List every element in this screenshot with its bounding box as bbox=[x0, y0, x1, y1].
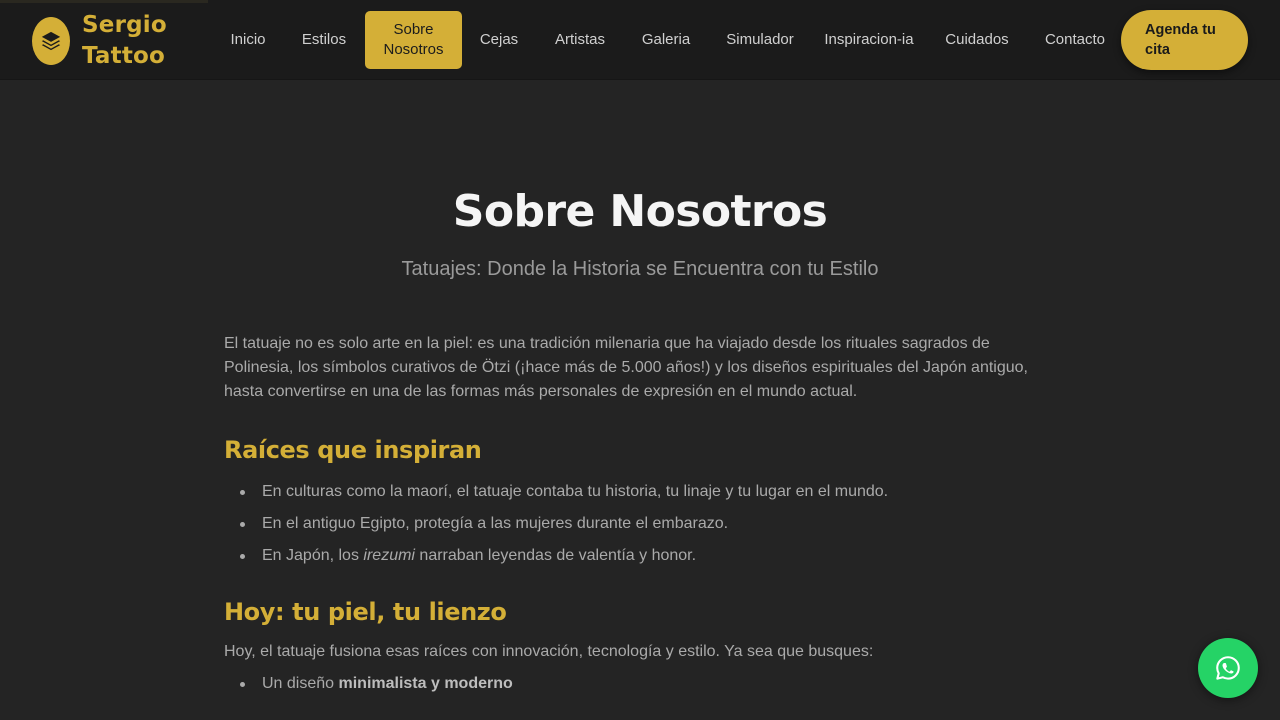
nav-item-inicio[interactable]: Inicio bbox=[222, 11, 274, 69]
intro-paragraph: El tatuaje no es solo arte en la piel: e… bbox=[224, 335, 1028, 400]
nav-item-cuidados[interactable]: Cuidados bbox=[936, 11, 1018, 69]
irezumi-emphasis: irezumi bbox=[363, 547, 415, 564]
nav-item-simulador[interactable]: Simulador bbox=[718, 11, 802, 69]
book-appointment-button[interactable]: Agenda tu cita bbox=[1121, 10, 1248, 70]
page-title: Sobre Nosotros bbox=[452, 186, 828, 237]
list-item: En Japón, los irezumi narraban leyendas … bbox=[224, 540, 1056, 572]
whatsapp-button[interactable] bbox=[1198, 638, 1258, 698]
list-item: Un diseño minimalista y moderno bbox=[224, 668, 1056, 700]
whatsapp-icon bbox=[1213, 653, 1243, 683]
roots-list: En culturas como la maorí, el tatuaje co… bbox=[224, 476, 1056, 572]
nav-item-inspiracion-ia[interactable]: Inspiracion-ia bbox=[823, 11, 915, 69]
today-item-strong: minimalista y moderno bbox=[338, 675, 513, 692]
nav-item-cejas[interactable]: Cejas bbox=[473, 11, 525, 69]
today-heading: Hoy: tu piel, tu lienzo bbox=[224, 598, 507, 626]
nav-item-sobre-nosotros[interactable]: Sobre Nosotros bbox=[365, 11, 462, 69]
roots-item-text: En el antiguo Egipto, protegía a las muj… bbox=[262, 515, 729, 532]
nav-item-contacto[interactable]: Contacto bbox=[1039, 11, 1111, 69]
main-nav: Inicio Estilos Sobre Nosotros Cejas Arti… bbox=[0, 11, 1280, 69]
list-item: En culturas como la maorí, el tatuaje co… bbox=[224, 476, 1056, 508]
book-appointment-label: Agenda tu cita bbox=[1145, 22, 1216, 58]
list-item: En el antiguo Egipto, protegía a las muj… bbox=[224, 508, 1056, 540]
header-accent-line bbox=[0, 0, 208, 3]
nav-item-galeria[interactable]: Galeria bbox=[636, 11, 696, 69]
nav-item-estilos[interactable]: Estilos bbox=[294, 11, 354, 69]
roots-item-text: En culturas como la maorí, el tatuaje co… bbox=[262, 483, 889, 500]
roots-item-prefix: En Japón, los bbox=[262, 547, 364, 564]
site-header: Sergio Tattoo Inicio Estilos Sobre Nosot… bbox=[0, 0, 1280, 80]
nav-item-artistas[interactable]: Artistas bbox=[546, 11, 614, 69]
roots-item-suffix: narraban leyendas de valentía y honor. bbox=[414, 547, 697, 564]
page-subtitle: Tatuajes: Donde la Historia se Encuentra… bbox=[401, 258, 879, 280]
roots-heading: Raíces que inspiran bbox=[224, 436, 482, 464]
today-paragraph: Hoy, el tatuaje fusiona esas raíces con … bbox=[224, 643, 874, 660]
about-content: El tatuaje no es solo arte en la piel: e… bbox=[224, 332, 1056, 700]
today-list: Un diseño minimalista y moderno bbox=[224, 668, 1056, 700]
today-item-prefix: Un diseño bbox=[262, 675, 339, 692]
